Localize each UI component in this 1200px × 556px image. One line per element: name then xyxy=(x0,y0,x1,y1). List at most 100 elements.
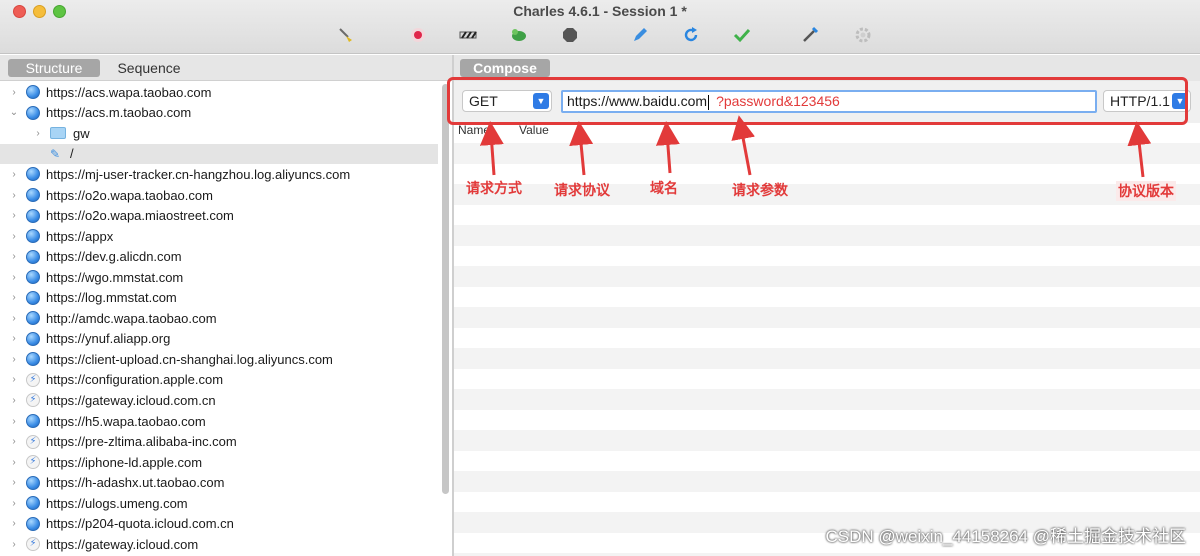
tree-row[interactable]: › https://appx xyxy=(0,226,438,247)
chevron-right-icon[interactable]: › xyxy=(8,354,20,365)
table-row[interactable] xyxy=(454,266,1200,287)
globe-icon xyxy=(26,249,40,264)
table-row[interactable] xyxy=(454,307,1200,328)
globe-icon xyxy=(26,516,40,531)
chevron-right-icon[interactable]: › xyxy=(8,518,20,529)
tree-row[interactable]: › https://client-upload.cn-shanghai.log.a… xyxy=(0,349,438,370)
chevron-right-icon[interactable]: › xyxy=(8,190,20,201)
table-row[interactable] xyxy=(454,430,1200,451)
tree-row[interactable]: › https://o2o.wapa.taobao.com xyxy=(0,185,438,206)
structure-pane: Structure Sequence › https://acs.wapa.tao… xyxy=(0,55,452,556)
tree-scrollbar-thumb[interactable] xyxy=(442,84,449,494)
chevron-right-icon[interactable]: › xyxy=(8,87,20,98)
tree-row[interactable]: › https://p204-quota.icloud.com.cn xyxy=(0,513,438,534)
stop-icon[interactable] xyxy=(561,27,579,43)
tree-row[interactable]: › ⚡ https://gateway.icloud.com.cn xyxy=(0,390,438,411)
throttle-icon[interactable] xyxy=(459,27,477,43)
tab-structure[interactable]: Structure xyxy=(8,59,100,77)
globe-icon xyxy=(26,188,40,202)
chevron-right-icon[interactable]: › xyxy=(8,436,20,447)
host-tree: › https://acs.wapa.taobao.com ⌄ https://acs… xyxy=(0,82,438,555)
chevron-right-icon[interactable]: › xyxy=(8,477,20,488)
chevron-right-icon[interactable]: › xyxy=(8,395,20,406)
annotation-domain: 域名 xyxy=(650,180,678,196)
chevron-down-icon[interactable]: ⌄ xyxy=(8,107,20,118)
tree-row[interactable]: ✎ / xyxy=(0,143,438,165)
chevron-right-icon[interactable]: › xyxy=(8,169,20,180)
tree-row[interactable]: › https://log.mmstat.com xyxy=(0,287,438,308)
refresh-icon[interactable] xyxy=(682,27,700,43)
table-row[interactable] xyxy=(454,389,1200,410)
annotation-protocol: 请求协议 xyxy=(554,182,610,198)
check-icon[interactable] xyxy=(733,27,751,43)
tree-row[interactable]: › https://wgo.mmstat.com xyxy=(0,267,438,288)
left-tab-bar: Structure Sequence xyxy=(0,55,452,81)
chevron-right-icon[interactable]: › xyxy=(8,313,20,324)
tree-row-label: http://amdc.wapa.taobao.com xyxy=(46,310,217,326)
globe-icon xyxy=(26,352,40,367)
chevron-right-icon[interactable]: › xyxy=(8,498,20,509)
tree-row[interactable]: › https://h5.wapa.taobao.com xyxy=(0,411,438,432)
chevron-right-icon[interactable]: › xyxy=(8,231,20,242)
chevron-right-icon[interactable]: › xyxy=(8,272,20,283)
table-row[interactable] xyxy=(454,368,1200,389)
tree-row[interactable]: › https://h-adashx.ut.taobao.com xyxy=(0,472,438,493)
globe-icon xyxy=(26,270,40,285)
tree-row[interactable]: › https://dev.g.alicdn.com xyxy=(0,246,438,267)
tree-row[interactable]: › gw xyxy=(0,123,438,144)
globe-icon xyxy=(26,331,40,346)
title-bar: Charles 4.6.1 - Session 1 * xyxy=(0,0,1200,54)
chevron-right-icon[interactable]: › xyxy=(8,457,20,468)
annotation-version: 协议版本 xyxy=(1116,181,1176,201)
chevron-right-icon[interactable]: › xyxy=(8,210,20,221)
bolt-icon: ⚡ xyxy=(26,455,40,470)
tree-row[interactable]: › ⚡ https://pre-zltima.alibaba-inc.com xyxy=(0,431,438,452)
tree-row[interactable]: › ⚡ https://gateway.icloud.com xyxy=(0,534,438,555)
chevron-right-icon[interactable]: › xyxy=(8,292,20,303)
tree-row[interactable]: › https://ynuf.aliapp.org xyxy=(0,329,438,350)
broom-icon[interactable] xyxy=(337,27,355,43)
tree-row-label: https://gateway.icloud.com.cn xyxy=(46,392,216,408)
table-row[interactable] xyxy=(454,286,1200,307)
tree-row[interactable]: › https://mj-user-tracker.cn-hangzhou.log… xyxy=(0,164,438,185)
bolt-icon: ⚡ xyxy=(26,372,40,387)
tree-row-label: https://wgo.mmstat.com xyxy=(46,269,184,285)
tree-row[interactable]: › https://ulogs.umeng.com xyxy=(0,493,438,514)
tree-scrollbar[interactable] xyxy=(440,82,450,547)
table-row[interactable] xyxy=(454,409,1200,430)
tree-row-label: https://appx xyxy=(46,228,114,244)
table-row[interactable] xyxy=(454,225,1200,246)
tree-row[interactable]: › https://o2o.wapa.miaostreet.com xyxy=(0,205,438,226)
tree-row-label: https://gateway.icloud.com xyxy=(46,536,199,552)
table-row[interactable] xyxy=(454,450,1200,471)
chevron-right-icon[interactable]: › xyxy=(8,539,20,550)
table-row[interactable] xyxy=(454,327,1200,348)
tree-row-label: https://p204-quota.icloud.com.cn xyxy=(46,516,234,532)
tab-sequence[interactable]: Sequence xyxy=(106,59,192,77)
tree-row-label: https://ynuf.aliapp.org xyxy=(46,331,171,347)
tree-row-label: https://client-upload.cn-shanghai.log.al… xyxy=(46,351,333,367)
chevron-right-icon[interactable]: › xyxy=(8,333,20,344)
tree-row[interactable]: › ⚡ https://iphone-ld.apple.com xyxy=(0,452,438,473)
tree-row[interactable]: ⌄ https://acs.m.taobao.com xyxy=(0,103,438,124)
edit-icon[interactable] xyxy=(631,27,649,43)
chevron-right-icon[interactable]: › xyxy=(8,416,20,427)
turtle-icon[interactable] xyxy=(510,27,528,43)
tree-row[interactable]: › ⚡ https://configuration.apple.com xyxy=(0,370,438,391)
tree-row-label: https://iphone-ld.apple.com xyxy=(46,454,203,470)
record-icon[interactable] xyxy=(409,27,427,43)
table-row[interactable] xyxy=(454,471,1200,492)
tree-row-label: https://ulogs.umeng.com xyxy=(46,495,188,511)
settings-icon[interactable] xyxy=(854,27,872,43)
tree-row-label: https://mj-user-tracker.cn-hangzhou.log.… xyxy=(46,166,351,182)
tree-row[interactable]: › https://acs.wapa.taobao.com xyxy=(0,82,438,103)
chevron-right-icon[interactable]: › xyxy=(8,374,20,385)
tools-icon[interactable] xyxy=(801,26,819,43)
table-row[interactable] xyxy=(454,348,1200,369)
chevron-right-icon[interactable]: › xyxy=(8,251,20,262)
chevron-right-icon[interactable]: › xyxy=(32,128,44,139)
table-row[interactable] xyxy=(454,491,1200,512)
arrow-protocol xyxy=(569,121,594,176)
tree-row[interactable]: › http://amdc.wapa.taobao.com xyxy=(0,308,438,329)
table-row[interactable] xyxy=(454,245,1200,266)
